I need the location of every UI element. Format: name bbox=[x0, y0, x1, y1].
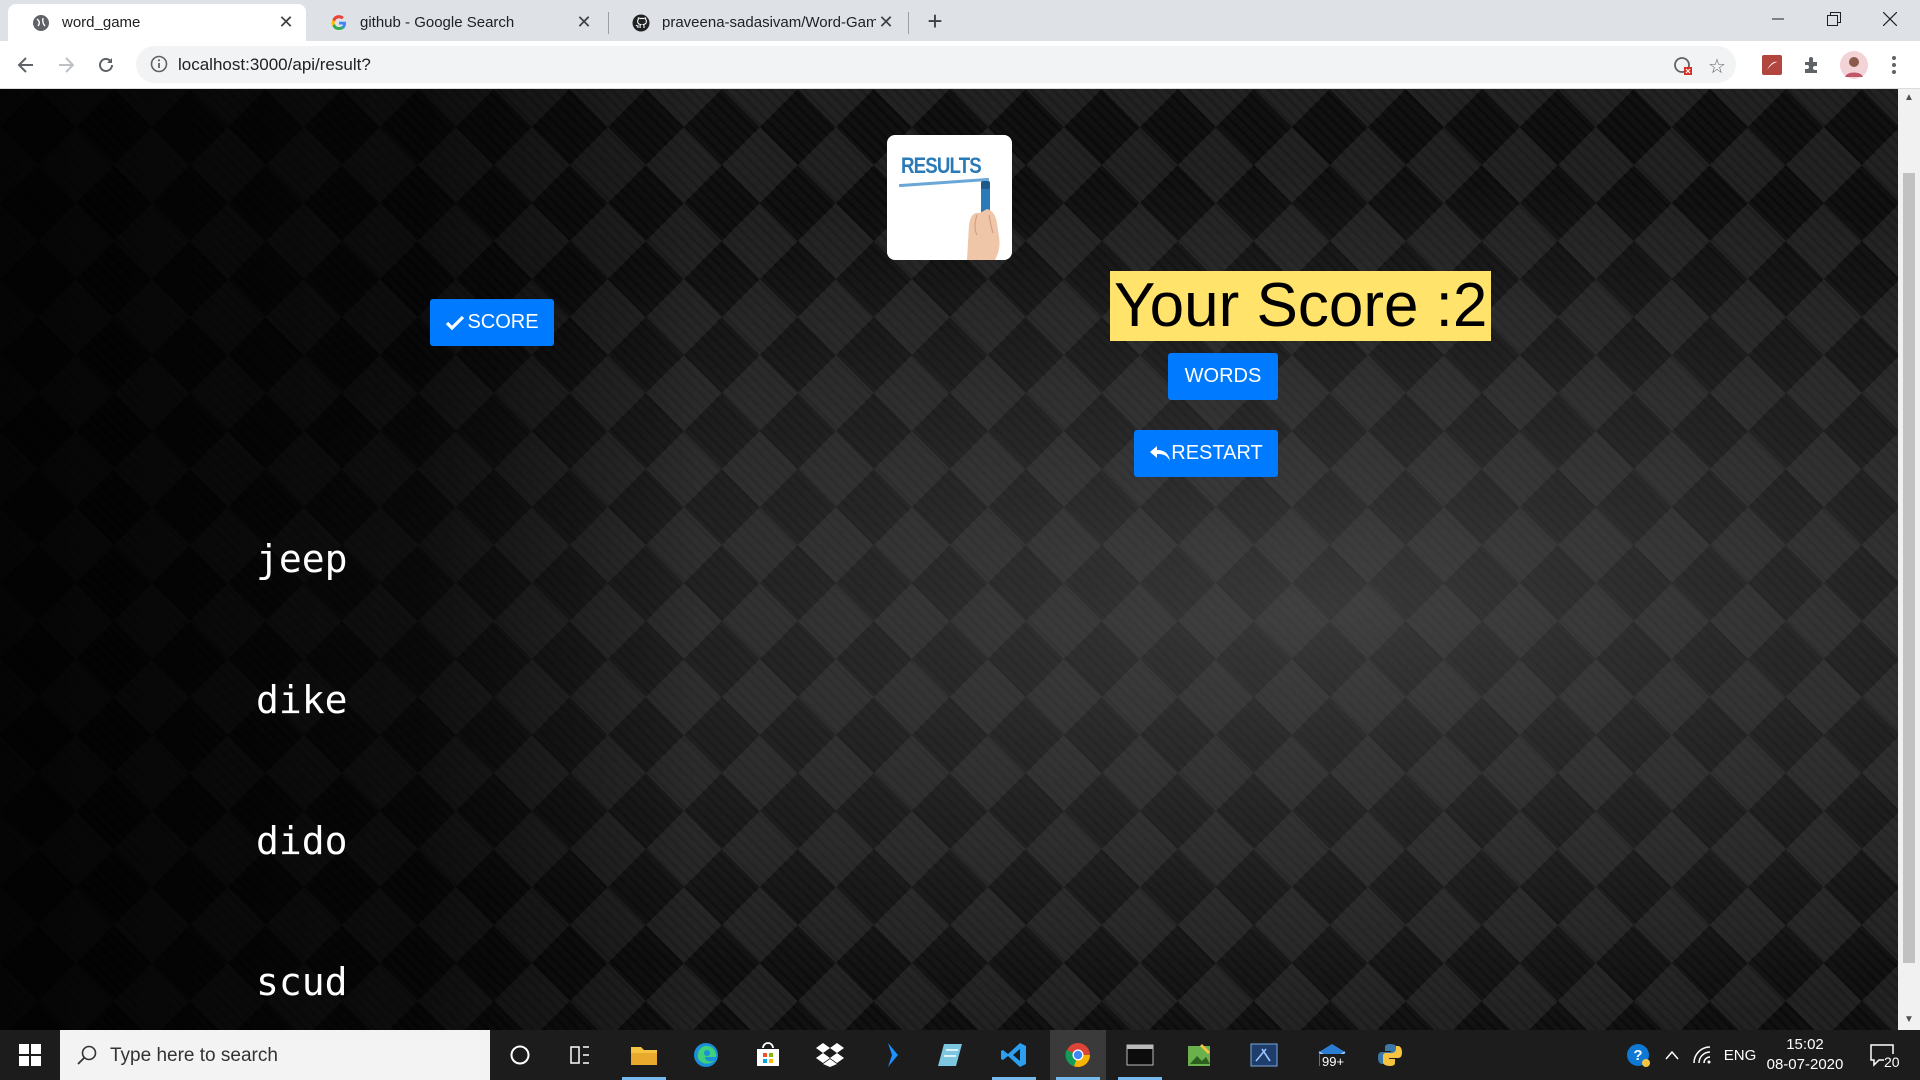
svg-text:?: ? bbox=[1633, 1047, 1642, 1064]
words-button[interactable]: WORDS bbox=[1168, 353, 1278, 400]
scroll-down-icon[interactable]: ▼ bbox=[1904, 1015, 1914, 1025]
cortana-icon[interactable] bbox=[492, 1030, 548, 1080]
tab-bar: word_game ✕ github - Google Search ✕ pra… bbox=[0, 0, 1920, 41]
search-icon bbox=[76, 1044, 98, 1066]
mail-badge: 99+ bbox=[1320, 1054, 1347, 1069]
score-heading: Your Score :2 bbox=[1110, 271, 1492, 341]
edge-icon[interactable] bbox=[678, 1030, 734, 1080]
clock-time: 15:02 bbox=[1786, 1036, 1824, 1053]
start-button[interactable] bbox=[0, 1030, 60, 1080]
snipping-tool-icon[interactable] bbox=[1236, 1030, 1292, 1080]
forward-button[interactable] bbox=[50, 49, 82, 81]
tab-word-game[interactable]: word_game ✕ bbox=[8, 4, 306, 41]
globe-icon bbox=[32, 14, 50, 32]
translate-blocked-icon[interactable] bbox=[1672, 55, 1694, 77]
chrome-menu-icon[interactable] bbox=[1882, 53, 1906, 77]
close-window-button[interactable] bbox=[1860, 0, 1920, 38]
bookmark-star-icon[interactable]: ☆ bbox=[1706, 55, 1728, 78]
wifi-icon[interactable] bbox=[1688, 1030, 1716, 1080]
dropbox-icon[interactable] bbox=[802, 1030, 858, 1080]
scrollbar-thumb[interactable] bbox=[1903, 173, 1915, 963]
word-item: dido bbox=[256, 819, 348, 863]
score-button[interactable]: SCORE bbox=[430, 299, 554, 346]
pdf-extension-icon[interactable] bbox=[1760, 53, 1784, 77]
restart-button-label: RESTART bbox=[1171, 442, 1263, 464]
check-icon bbox=[446, 315, 465, 330]
undo-arrow-icon bbox=[1150, 445, 1171, 461]
windows-logo-icon bbox=[19, 1044, 41, 1066]
github-icon bbox=[632, 14, 650, 32]
tab-title: word_game bbox=[62, 14, 141, 31]
close-tab-icon[interactable]: ✕ bbox=[876, 12, 896, 33]
google-icon bbox=[330, 14, 348, 32]
results-image: RESULTS bbox=[887, 135, 1012, 260]
microsoft-store-icon[interactable] bbox=[740, 1030, 796, 1080]
new-tab-button[interactable]: + bbox=[920, 6, 950, 36]
url-text: localhost:3000/api/result? bbox=[178, 55, 371, 74]
browser-toolbar: localhost:3000/api/result? ☆ bbox=[0, 41, 1920, 89]
tab-title: praveena-sadasivam/Word-Game bbox=[662, 14, 876, 31]
help-icon[interactable]: ? bbox=[1620, 1030, 1656, 1080]
background-shade bbox=[0, 89, 700, 1030]
hand-with-marker-icon bbox=[967, 181, 1000, 260]
clock-date: 08-07-2020 bbox=[1766, 1056, 1844, 1073]
words-button-label: WORDS bbox=[1184, 365, 1262, 387]
search-placeholder: Type here to search bbox=[110, 1045, 278, 1066]
notification-count: 20 bbox=[1884, 1054, 1900, 1070]
restore-button[interactable] bbox=[1804, 0, 1864, 38]
vscode-icon[interactable] bbox=[986, 1030, 1042, 1080]
power-automate-icon[interactable] bbox=[864, 1030, 920, 1080]
tab-github-search[interactable]: github - Google Search ✕ bbox=[306, 4, 604, 41]
address-bar[interactable]: localhost:3000/api/result? ☆ bbox=[136, 46, 1736, 83]
back-button[interactable] bbox=[10, 49, 42, 81]
notification-center-icon[interactable]: 20 bbox=[1862, 1030, 1902, 1080]
minimize-button[interactable] bbox=[1748, 0, 1808, 38]
info-icon[interactable] bbox=[150, 55, 168, 73]
extensions-puzzle-icon[interactable] bbox=[1800, 53, 1824, 77]
tab-title: github - Google Search bbox=[360, 14, 515, 31]
file-explorer-icon[interactable] bbox=[616, 1030, 672, 1080]
word-item: dike bbox=[256, 678, 348, 722]
profile-avatar[interactable] bbox=[1840, 51, 1868, 79]
tab-github-repo[interactable]: praveena-sadasivam/Word-Game ✕ bbox=[608, 4, 906, 41]
windows-taskbar: Type here to search 99+ ? ENG 15:02 08-0… bbox=[0, 1030, 1920, 1080]
python-icon[interactable] bbox=[1362, 1030, 1418, 1080]
word-item: scud bbox=[256, 960, 348, 1004]
mail-icon[interactable]: 99+ bbox=[1304, 1030, 1360, 1080]
taskbar-search[interactable]: Type here to search bbox=[60, 1030, 490, 1080]
system-clock[interactable]: 15:02 08-07-2020 bbox=[1760, 1035, 1850, 1075]
chrome-icon[interactable] bbox=[1050, 1030, 1106, 1080]
terminal-icon[interactable] bbox=[1112, 1030, 1168, 1080]
show-hidden-icons-chevron-icon[interactable] bbox=[1660, 1030, 1684, 1080]
image-editor-icon[interactable] bbox=[1172, 1030, 1228, 1080]
language-indicator[interactable]: ENG bbox=[1720, 1030, 1760, 1080]
close-tab-icon[interactable]: ✕ bbox=[574, 12, 594, 33]
notes-app-icon[interactable] bbox=[924, 1030, 980, 1080]
restart-button[interactable]: RESTART bbox=[1134, 430, 1278, 477]
tab-separator bbox=[908, 12, 909, 34]
task-view-icon[interactable] bbox=[552, 1030, 608, 1080]
close-tab-icon[interactable]: ✕ bbox=[276, 12, 296, 33]
scroll-up-icon[interactable]: ▲ bbox=[1904, 93, 1914, 103]
vertical-scrollbar[interactable]: ▲ ▼ bbox=[1898, 89, 1920, 1030]
score-button-label: SCORE bbox=[467, 311, 539, 333]
word-item: jeep bbox=[256, 537, 348, 581]
reload-button[interactable] bbox=[90, 49, 122, 81]
